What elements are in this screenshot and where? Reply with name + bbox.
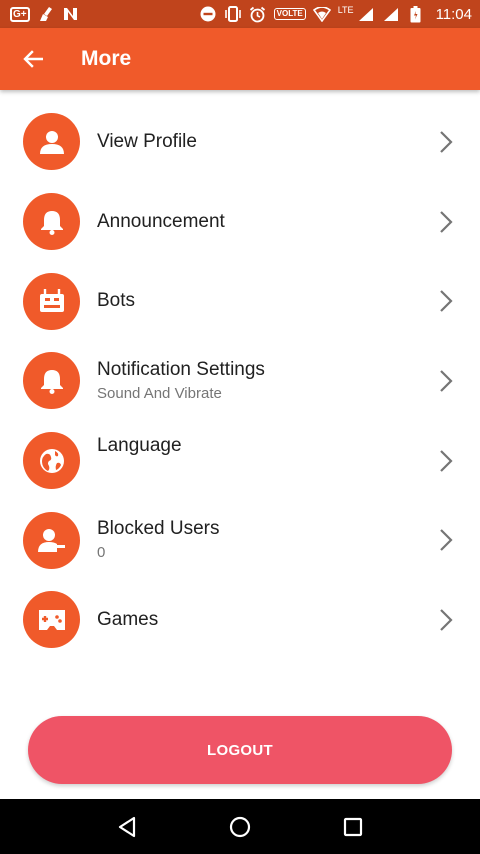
n-notification-icon	[62, 6, 80, 22]
nav-home-icon[interactable]	[220, 807, 260, 847]
google-plus-icon: G+	[10, 6, 30, 22]
page-title: More	[81, 47, 132, 70]
menu-list: View Profile Announcement Bots Notificat…	[0, 102, 480, 660]
chevron-right-icon	[438, 209, 454, 235]
navigation-bar	[0, 799, 480, 854]
menu-item-games[interactable]: Games	[0, 580, 480, 660]
chevron-right-icon	[438, 527, 454, 553]
menu-item-label: Notification Settings	[97, 358, 265, 380]
menu-item-text: Notification Settings Sound And Vibrate	[97, 358, 420, 404]
menu-item-language[interactable]: Language	[0, 421, 480, 501]
menu-item-sublabel: 0	[97, 544, 106, 562]
status-bar: G+ VOLTE LTE 11:04	[0, 0, 480, 28]
menu-item-text: Announcement	[97, 210, 420, 234]
menu-item-label: Blocked Users	[97, 518, 220, 540]
bell-icon	[23, 193, 80, 251]
globe-icon	[23, 432, 80, 490]
status-bar-right: VOLTE LTE 11:04	[199, 5, 472, 23]
wifi-icon	[312, 6, 331, 22]
menu-item-label: Language	[97, 434, 182, 456]
nav-recents-icon[interactable]	[333, 807, 373, 847]
arrow-back-icon	[23, 50, 43, 68]
menu-item-label: Games	[97, 608, 159, 630]
menu-item-text: Bots	[97, 289, 420, 313]
bell-icon	[23, 352, 80, 410]
menu-item-announcement[interactable]: Announcement	[0, 182, 480, 262]
menu-item-text: Blocked Users 0	[97, 517, 420, 563]
battery-icon	[407, 5, 425, 22]
chevron-right-icon	[438, 368, 454, 394]
chevron-right-icon	[438, 129, 454, 155]
back-button[interactable]	[0, 28, 66, 90]
gamepad-icon	[23, 591, 80, 649]
menu-item-label: Bots	[97, 290, 136, 312]
menu-item-blocked-users[interactable]: Blocked Users 0	[0, 500, 480, 580]
logout-button[interactable]: LOGOUT	[28, 716, 452, 784]
alarm-icon	[249, 6, 267, 22]
vibrate-icon	[224, 6, 242, 22]
menu-item-label: View Profile	[97, 130, 197, 152]
status-time: 11:04	[435, 5, 472, 23]
menu-item-text: View Profile	[97, 130, 420, 154]
menu-item-notification-settings[interactable]: Notification Settings Sound And Vibrate	[0, 341, 480, 421]
person-icon	[23, 113, 80, 171]
menu-item-text: Language	[97, 434, 420, 458]
broom-icon	[37, 6, 55, 22]
menu-item-view-profile[interactable]: View Profile	[0, 102, 480, 182]
signal-icon-2	[382, 6, 400, 22]
signal-icon	[357, 6, 375, 22]
chevron-right-icon	[438, 607, 454, 633]
lte-indicator: LTE	[337, 5, 354, 15]
chevron-right-icon	[438, 448, 454, 474]
person-blocked-icon	[23, 511, 80, 569]
status-bar-left: G+	[10, 6, 80, 22]
volte-badge: VOLTE	[273, 8, 306, 20]
menu-item-label: Announcement	[97, 210, 225, 232]
menu-item-sublabel: Sound And Vibrate	[97, 384, 222, 402]
bot-icon	[23, 272, 80, 330]
do-not-disturb-icon	[199, 6, 217, 22]
chevron-right-icon	[438, 288, 454, 314]
menu-item-bots[interactable]: Bots	[0, 261, 480, 341]
menu-item-text: Games	[97, 608, 420, 632]
nav-back-icon[interactable]	[107, 807, 147, 847]
toolbar: More	[0, 28, 480, 90]
